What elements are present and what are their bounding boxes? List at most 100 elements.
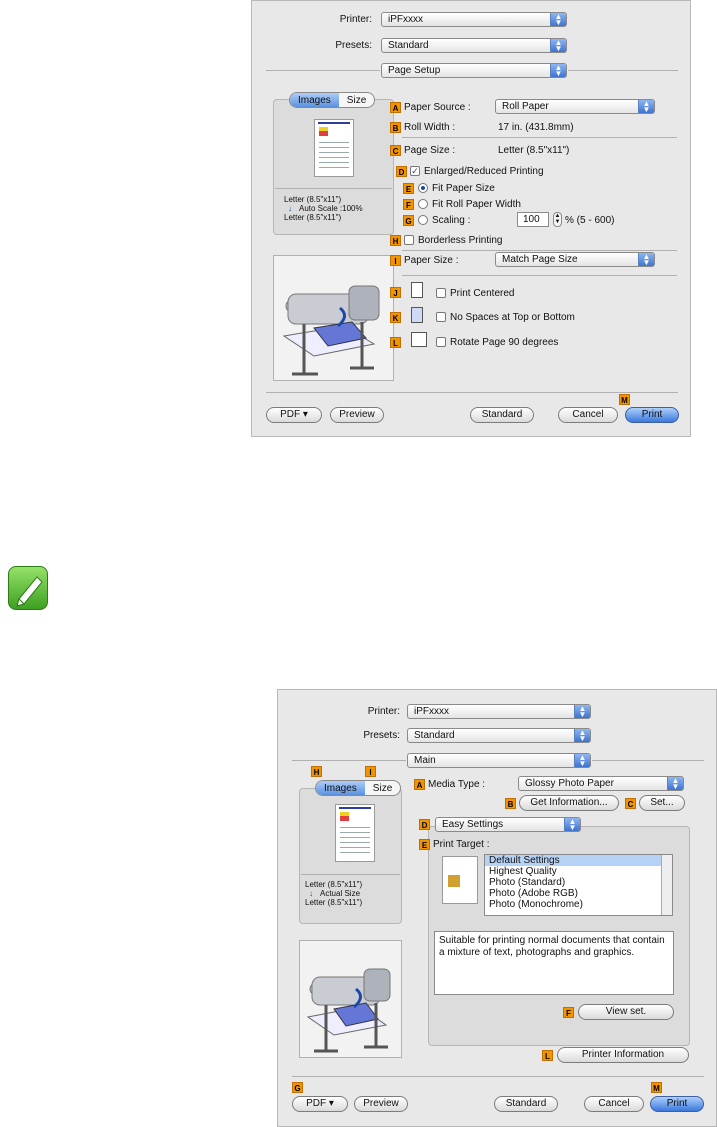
updown-arrow-icon: ▲ ▼ [667,777,683,790]
pdf-button[interactable]: PDF ▾ [292,1096,348,1112]
print-target-label: Print Target : [433,839,490,850]
badge-m: M [619,394,630,405]
list-item[interactable]: Photo (Standard) [485,877,672,888]
no-spaces-checkbox[interactable] [436,312,446,322]
presets-value: Standard [388,40,429,51]
panel-value: Page Setup [388,65,441,76]
fit-roll-radio[interactable] [418,199,428,209]
scaling-stepper[interactable]: ▲ ▼ [553,212,562,227]
badge-f: F [563,1007,574,1018]
fit-paper-radio[interactable] [418,183,428,193]
badge-k: K [390,312,401,323]
get-information-button[interactable]: Get Information... [519,795,619,811]
enlarged-label: Enlarged/Reduced Printing [424,166,544,177]
badge-c: C [625,798,636,809]
panel-popup[interactable]: Main ▲ ▼ [407,753,591,768]
printer-value: iPFxxxx [388,14,423,25]
no-spaces-label: No Spaces at Top or Bottom [450,312,575,323]
separator [402,250,677,251]
view-set-button[interactable]: View set. [578,1004,674,1020]
separator [402,137,677,138]
rotate-label: Rotate Page 90 degrees [450,337,559,348]
media-type-popup[interactable]: Glossy Photo Paper ▲ ▼ [518,776,684,791]
list-item[interactable]: Highest Quality [485,866,672,877]
cancel-button[interactable]: Cancel [558,407,618,423]
thumbnail-image [319,127,328,136]
paper-size-value: Match Page Size [502,254,578,265]
list-item[interactable]: Photo (Adobe RGB) [485,888,672,899]
badge-f: F [403,199,414,210]
tab-images[interactable]: Images [290,93,339,107]
page-thumbnail [314,119,354,177]
paper-size-label: Paper Size : [404,255,459,266]
badge-c: C [390,145,401,156]
printer-illustration [273,255,394,381]
enlarged-checkbox[interactable]: ✓ [410,166,420,176]
list-item[interactable]: Photo (Monochrome) [485,899,672,910]
preview-text-scale: Auto Scale :100% [299,204,363,213]
preview-button[interactable]: Preview [354,1096,408,1112]
presets-value: Standard [414,730,455,741]
cancel-button[interactable]: Cancel [584,1096,644,1112]
rotate-page-icon [411,332,427,347]
separator [402,275,677,276]
print-button[interactable]: Print [650,1096,704,1112]
down-arrow-icon: ↓ [309,889,313,898]
borderless-checkbox[interactable] [404,235,414,245]
scaling-input[interactable]: 100 [517,212,549,227]
printer-illustration [299,940,402,1058]
thumbnail-line [340,842,370,843]
print-target-thumbnail [442,856,478,904]
roll-width-label: Roll Width : [404,122,456,133]
printer-popup[interactable]: iPFxxxx ▲ ▼ [407,704,591,719]
standard-button[interactable]: Standard [470,407,534,423]
badge-e: E [419,839,430,850]
print-centered-checkbox[interactable] [436,288,446,298]
updown-arrow-icon: ▲ ▼ [550,39,566,52]
updown-arrow-icon: ▲ ▼ [638,100,654,113]
separator [592,760,704,761]
badge-b: B [505,798,516,809]
thumbnail-line [319,147,349,148]
printer-illustration-graphic [282,285,380,376]
separator [275,188,392,189]
badge-j: J [390,287,401,298]
rotate-checkbox[interactable] [436,337,446,347]
description-box: Suitable for printing normal documents t… [434,931,674,995]
list-item[interactable]: Default Settings [485,855,672,866]
fit-roll-label: Fit Roll Paper Width [432,199,521,210]
preview-tabs[interactable]: Images Size [289,92,376,108]
standard-button[interactable]: Standard [494,1096,558,1112]
thumbnail-header [339,807,371,809]
preview-text-source: Letter (8.5"x11") [284,195,342,204]
set-button[interactable]: Set... [639,795,685,811]
scaling-radio[interactable] [418,215,428,225]
tab-images[interactable]: Images [316,781,365,795]
tab-size[interactable]: Size [365,781,400,795]
paper-size-popup[interactable]: Match Page Size ▲ ▼ [495,252,655,267]
page-thumbnail [335,804,375,862]
list-scrollbar[interactable] [661,855,672,915]
tab-size[interactable]: Size [339,93,374,107]
badge-i: I [390,255,401,266]
paper-source-popup[interactable]: Roll Paper ▲ ▼ [495,99,655,114]
presets-popup[interactable]: Standard ▲ ▼ [407,728,591,743]
media-type-label: Media Type : [428,779,486,790]
print-target-list[interactable]: Default Settings Highest Quality Photo (… [484,854,673,916]
preview-text-output: Letter (8.5"x11") [305,898,363,907]
printer-information-button[interactable]: Printer Information [557,1047,689,1063]
preview-tabs[interactable]: Images Size [315,780,402,796]
fit-paper-label: Fit Paper Size [432,183,495,194]
badge-i: I [365,766,376,777]
presets-popup[interactable]: Standard ▲ ▼ [381,38,567,53]
panel-popup[interactable]: Page Setup ▲ ▼ [381,63,567,78]
paper-source-value: Roll Paper [502,101,549,112]
updown-arrow-icon: ▲ ▼ [574,705,590,718]
preview-button[interactable]: Preview [330,407,384,423]
easy-settings-popup[interactable]: Easy Settings ▲ ▼ [435,817,581,832]
print-button[interactable]: Print [625,407,679,423]
down-arrow-icon: ↓ [288,204,292,213]
badge-g: G [403,215,414,226]
pdf-button[interactable]: PDF ▾ [266,407,322,423]
printer-popup[interactable]: iPFxxxx ▲ ▼ [381,12,567,27]
